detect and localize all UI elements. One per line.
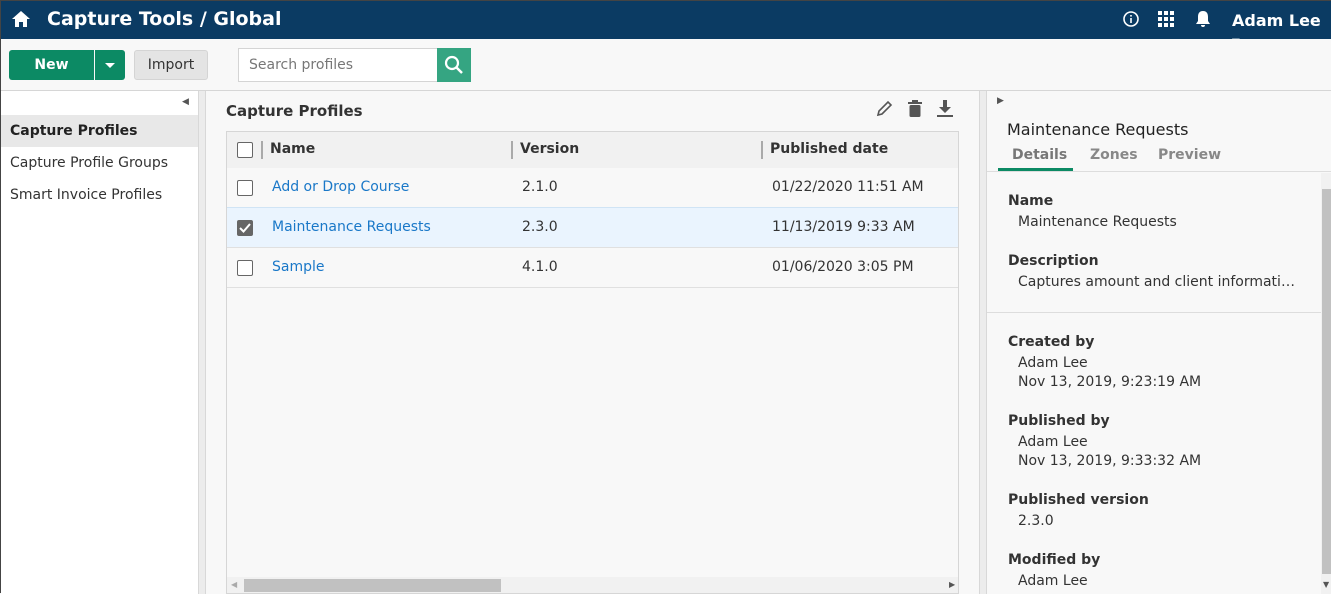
sidebar-item-capture-profile-groups[interactable]: Capture Profile Groups	[1, 147, 198, 179]
apps-grid-icon[interactable]	[1158, 11, 1174, 27]
details-panel: ▶ Maintenance Requests Details Zones Pre…	[987, 91, 1331, 594]
panel-title: Capture Profiles	[226, 102, 363, 120]
profile-link[interactable]: Maintenance Requests	[272, 219, 431, 235]
profiles-panel: Capture Profiles Name Version Published …	[206, 91, 979, 594]
table-row[interactable]: Add or Drop Course 2.1.0 01/22/2020 11:5…	[227, 168, 959, 208]
scrollbar-thumb[interactable]	[244, 579, 501, 592]
table-row[interactable]: Sample 4.1.0 01/06/2020 3:05 PM	[227, 248, 959, 288]
field-label: Name	[1008, 193, 1053, 209]
profiles-table: Name Version Published date Add or Drop …	[226, 131, 959, 594]
toolbar: New Import	[1, 39, 1331, 91]
horizontal-scrollbar[interactable]: ◀ ▶	[227, 577, 959, 594]
tab-zones[interactable]: Zones	[1090, 147, 1138, 163]
field-value: 2.3.0	[1018, 513, 1303, 529]
search-icon	[437, 48, 471, 82]
home-icon[interactable]	[11, 10, 31, 28]
field-label: Published by	[1008, 413, 1110, 429]
table-row[interactable]: Maintenance Requests 2.3.0 11/13/2019 9:…	[227, 207, 959, 248]
row-checkbox[interactable]	[237, 180, 253, 196]
field-label: Description	[1008, 253, 1099, 269]
select-all-checkbox[interactable]	[237, 142, 253, 158]
sidebar: ◀ Capture Profiles Capture Profile Group…	[1, 91, 198, 594]
field-label: Created by	[1008, 334, 1094, 350]
tab-preview[interactable]: Preview	[1158, 147, 1221, 163]
published-cell: 11/13/2019 9:33 AM	[772, 219, 915, 235]
app-header: Capture Tools / Global Adam Lee ▼	[1, 1, 1331, 39]
tab-details[interactable]: Details	[1012, 147, 1067, 163]
field-value: Adam Lee	[1018, 573, 1303, 589]
collapse-right-icon[interactable]: ▶	[997, 96, 1004, 106]
import-button[interactable]: Import	[134, 50, 208, 80]
version-cell: 2.1.0	[522, 179, 558, 195]
table-header: Name Version Published date	[227, 132, 959, 168]
bell-icon[interactable]	[1195, 10, 1211, 28]
scrollbar-thumb[interactable]	[1322, 189, 1331, 574]
delete-icon[interactable]	[907, 99, 923, 118]
search-button[interactable]	[437, 48, 471, 82]
app-name[interactable]: Capture Tools	[47, 8, 193, 30]
app-title: Capture Tools / Global	[47, 8, 282, 30]
row-checkbox[interactable]	[237, 260, 253, 276]
column-version[interactable]: Version	[520, 141, 579, 157]
published-cell: 01/22/2020 11:51 AM	[772, 179, 924, 195]
scope-label: / Global	[200, 8, 282, 30]
edit-icon[interactable]	[875, 100, 893, 118]
new-dropdown-button[interactable]	[95, 50, 125, 80]
new-button[interactable]: New	[9, 50, 94, 80]
field-value: Captures amount and client information f…	[1018, 274, 1303, 290]
vertical-scrollbar[interactable]: ▼	[1321, 173, 1331, 594]
field-value: Nov 13, 2019, 9:33:32 AM	[1018, 453, 1303, 469]
published-cell: 01/06/2020 3:05 PM	[772, 259, 914, 275]
version-cell: 2.3.0	[522, 219, 558, 235]
field-label: Published version	[1008, 492, 1149, 508]
right-splitter[interactable]	[979, 91, 987, 594]
details-title: Maintenance Requests	[1007, 120, 1188, 139]
download-icon[interactable]	[936, 99, 954, 118]
version-cell: 4.1.0	[522, 259, 558, 275]
profile-link[interactable]: Add or Drop Course	[272, 179, 409, 195]
sidebar-item-smart-invoice-profiles[interactable]: Smart Invoice Profiles	[1, 179, 198, 211]
field-value: Adam Lee	[1018, 355, 1303, 371]
column-name[interactable]: Name	[270, 141, 315, 157]
row-checkbox[interactable]	[237, 220, 253, 236]
column-published-date[interactable]: Published date	[770, 141, 888, 157]
field-label: Modified by	[1008, 552, 1100, 568]
search-input[interactable]	[238, 48, 438, 82]
profile-link[interactable]: Sample	[272, 259, 325, 275]
user-name: Adam Lee	[1232, 11, 1321, 30]
field-value: Adam Lee	[1018, 434, 1303, 450]
check-icon	[238, 221, 252, 235]
field-value: Maintenance Requests	[1018, 214, 1303, 230]
collapse-left-icon[interactable]: ◀	[182, 97, 189, 107]
info-icon[interactable]	[1123, 11, 1139, 27]
field-value: Nov 13, 2019, 9:23:19 AM	[1018, 374, 1303, 390]
sidebar-item-capture-profiles[interactable]: Capture Profiles	[1, 115, 198, 147]
left-splitter[interactable]	[198, 91, 206, 594]
